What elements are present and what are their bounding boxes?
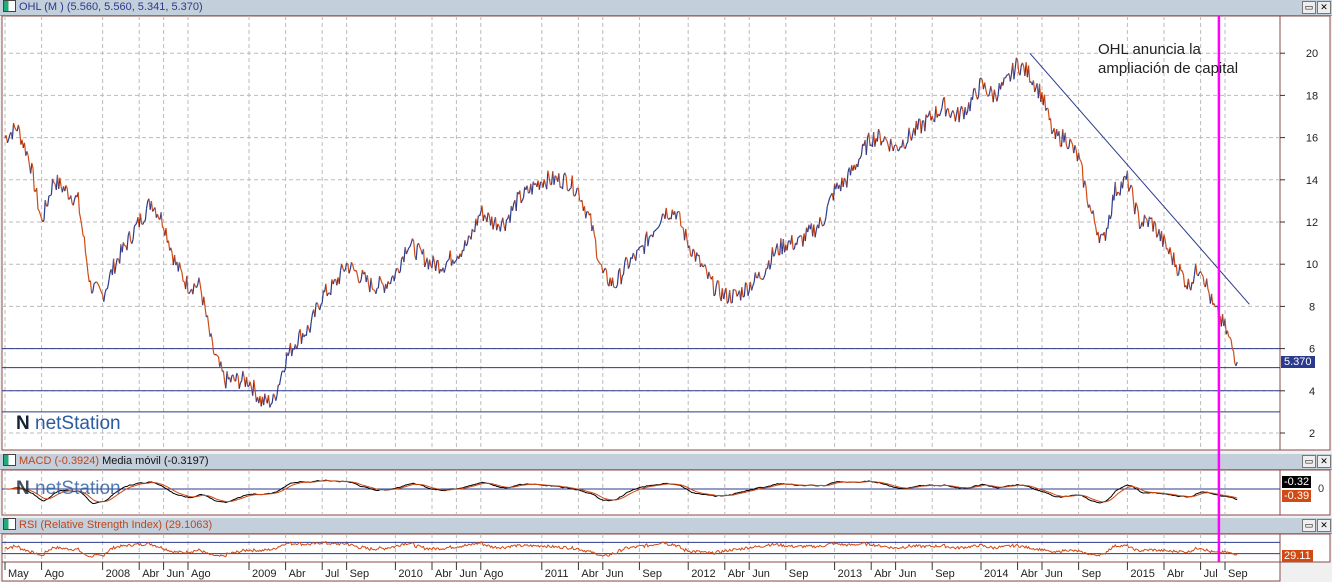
price-segment <box>116 257 119 260</box>
annotation: OHL anuncia la ampliación de capital <box>1098 40 1238 78</box>
price-segment <box>822 224 824 227</box>
price-segment <box>681 226 684 229</box>
price-segment <box>713 294 716 297</box>
y-tick-label: 12 <box>1306 217 1318 229</box>
price-segment <box>53 182 56 185</box>
x-tick-label: Ago <box>191 568 211 580</box>
x-tick-label: Jul <box>325 568 339 580</box>
x-tick-label: Abr <box>142 568 159 580</box>
price-segment <box>506 218 509 221</box>
price-segment <box>49 194 52 197</box>
x-tick-label: Sep <box>789 568 809 580</box>
x-tick-label: 2011 <box>545 568 569 580</box>
plot-area <box>1 533 1281 563</box>
price-segment <box>733 288 735 291</box>
plot-area <box>1 469 1281 516</box>
x-tick-label: 2008 <box>106 568 130 580</box>
price-segment <box>662 213 665 216</box>
price-segment <box>1006 74 1009 76</box>
x-tick-label: Sep <box>642 568 662 580</box>
price-segment <box>346 262 349 265</box>
macd-zero-label: 0 <box>1318 483 1325 495</box>
x-tick-label: Abr <box>581 568 598 580</box>
x-tick-label: May <box>8 568 29 580</box>
price-segment <box>93 282 96 284</box>
x-tick-label: Jun <box>1045 568 1063 580</box>
price-segment <box>216 355 219 358</box>
x-tick-label: Abr <box>435 568 452 580</box>
x-tick-label: 2010 <box>398 568 422 580</box>
netstation-logo: N netStation <box>16 478 121 499</box>
price-segment <box>68 198 70 200</box>
x-tick-label: 2013 <box>838 568 862 580</box>
x-tick-label: 2014 <box>984 568 1008 580</box>
y-tick-label: 14 <box>1306 175 1318 187</box>
x-tick-label: 2015 <box>1130 568 1154 580</box>
macd-value: -0.32 <box>1282 476 1312 488</box>
x-tick-label: 2009 <box>252 568 276 580</box>
axis-area <box>1279 15 1331 451</box>
annotation-line: ampliación de capital <box>1098 60 1239 77</box>
price-segment <box>468 235 471 238</box>
price-segment <box>247 385 250 388</box>
price-segment <box>1117 191 1120 194</box>
price-segment <box>82 235 85 238</box>
price-segment <box>1067 147 1070 150</box>
price-segment <box>678 210 681 213</box>
annotation-line: OHL anuncia la <box>1098 41 1201 58</box>
x-tick-label: Abr <box>1021 568 1038 580</box>
x-tick-label: Jun <box>459 568 477 580</box>
price-segment <box>742 295 745 298</box>
price-segment <box>640 245 643 248</box>
y-tick-label: 6 <box>1309 344 1315 356</box>
x-tick-label: Sep <box>350 568 370 580</box>
x-tick-label: Jun <box>606 568 624 580</box>
x-tick-label: Jun <box>167 568 185 580</box>
y-tick-label: 20 <box>1306 48 1318 60</box>
price-segment <box>800 234 803 237</box>
last-price-label: 5.370 <box>1281 356 1315 368</box>
x-tick-label: Jun <box>752 568 770 580</box>
chart-canvas[interactable]: May Ago 2008 Abr Jun Ago 2009 Abr Jul Sep 2010 Abr J… <box>0 0 1332 582</box>
rsi-value: 29.11 <box>1282 550 1313 562</box>
x-tick-label: Sep <box>935 568 955 580</box>
y-tick-label: 8 <box>1309 301 1315 313</box>
x-tick-label: Abr <box>1167 568 1184 580</box>
x-tick-label: Abr <box>728 568 745 580</box>
x-tick-label: Jun <box>899 568 917 580</box>
price-segment <box>1046 107 1049 110</box>
x-tick-label: Jul <box>1204 568 1218 580</box>
price-segment <box>656 227 658 230</box>
y-tick-label: 4 <box>1309 386 1315 398</box>
x-tick-label: Ago <box>45 568 65 580</box>
price-segment <box>454 259 457 262</box>
price-segment <box>569 187 572 190</box>
price-segment <box>858 157 861 160</box>
y-tick-label: 18 <box>1306 90 1318 102</box>
x-tick-label: Sep <box>1228 568 1248 580</box>
y-tick-label: 16 <box>1306 133 1318 145</box>
x-tick-label: Sep <box>1082 568 1102 580</box>
price-segment <box>447 258 450 261</box>
x-tick-label: Ago <box>484 568 504 580</box>
y-tick-label: 2 <box>1309 428 1315 440</box>
x-tick-label: Abr <box>289 568 306 580</box>
netstation-logo: N netStation <box>16 413 121 434</box>
x-tick-label: 2012 <box>691 568 715 580</box>
price-segment <box>1177 274 1180 277</box>
price-segment <box>717 279 720 282</box>
price-segment <box>143 220 146 222</box>
price-segment <box>1228 336 1231 338</box>
macd-signal-value: -0.39 <box>1282 490 1312 502</box>
y-tick-label: 10 <box>1306 259 1318 271</box>
plot-area <box>1 15 1281 451</box>
x-tick-label: Abr <box>874 568 891 580</box>
